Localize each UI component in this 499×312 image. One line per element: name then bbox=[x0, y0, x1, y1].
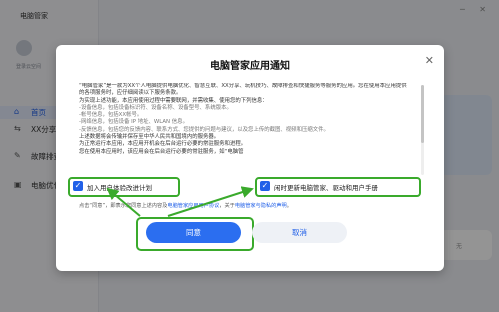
privacy-statement-link[interactable]: 电脑管家与隐私的声明 bbox=[235, 203, 287, 209]
cancel-button[interactable]: 取消 bbox=[252, 222, 347, 243]
check-icon[interactable]: ✓ bbox=[260, 181, 270, 191]
notice-paragraph: 为实现上述功能，本应用使用过程中需要联网，并需收集、使用您的下列信息： bbox=[79, 97, 268, 104]
consent-mid: ，关于 bbox=[219, 203, 235, 209]
scrollbar-thumb[interactable] bbox=[421, 85, 424, 143]
ux-program-checkbox[interactable]: ✓ 加入用户体验改进计划 bbox=[68, 177, 180, 197]
close-icon[interactable]: ✕ bbox=[425, 54, 434, 67]
user-agreement-link[interactable]: 电脑管家应用用户协议 bbox=[167, 203, 219, 209]
notice-paragraph: 您在使用本应用时，该应用会在后台运行必要的常驻服务，如“电脑管 bbox=[79, 148, 244, 155]
notice-dialog: 电脑管家应用通知 ✕ “电脑管家”是一款为XX个人电脑提供电脑优化、智慧互联、X… bbox=[56, 45, 444, 271]
checkbox-label: 闲时更新电脑管家、驱动和用户手册 bbox=[274, 184, 378, 192]
agree-button[interactable]: 同意 bbox=[146, 222, 241, 243]
notice-paragraph: -反馈信息，包括您的反馈内容、联系方式、您提供的问题与建议，以及您上传的截图、视… bbox=[79, 126, 329, 133]
consent-prefix: 点击“同意”，即表示您同意上述内容及 bbox=[79, 203, 168, 209]
checkbox-label: 加入用户体验改进计划 bbox=[87, 184, 152, 192]
consent-suffix: 。 bbox=[286, 203, 292, 209]
notice-paragraph: “电脑管家”是一款为XX个人电脑提供电脑优化、智慧互联、XX分享、玩机技巧、故障… bbox=[79, 83, 407, 97]
notice-paragraph: -网络信息，包括设备 IP 地址、WLAN 信息。 bbox=[79, 119, 188, 126]
check-icon[interactable]: ✓ bbox=[73, 181, 83, 191]
dialog-title: 电脑管家应用通知 bbox=[210, 61, 290, 72]
notice-content: “电脑管家”是一款为XX个人电脑提供电脑优化、智慧互联、XX分享、玩机技巧、故障… bbox=[79, 83, 409, 175]
idle-update-checkbox[interactable]: ✓ 闲时更新电脑管家、驱动和用户手册 bbox=[255, 177, 421, 197]
consent-text: 点击“同意”，即表示您同意上述内容及电脑管家应用用户协议，关于电脑管家与隐私的声… bbox=[79, 202, 292, 209]
notice-paragraph: 为正常运行本应用，本应用开机会在后台运行必要的常驻服务和进程。 bbox=[79, 141, 247, 148]
